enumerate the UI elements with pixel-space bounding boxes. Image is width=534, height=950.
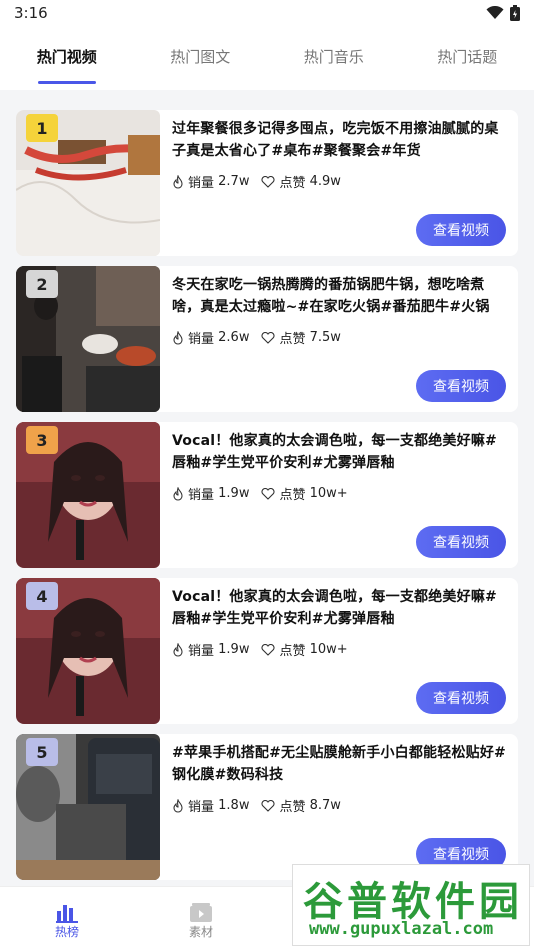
view-video-button[interactable]: 查看视频	[416, 370, 506, 402]
likes-label: 点赞	[279, 332, 306, 347]
sales-value: 1.9w	[218, 642, 250, 657]
video-thumbnail[interactable]: 2	[16, 266, 160, 412]
likes-label: 点赞	[279, 176, 306, 191]
sales-stat: 销量 1.9w	[172, 640, 249, 659]
list-item[interactable]: 3 Vocal！他家真的太会调色啦，每一支都绝美好嘛#唇釉#学生党平价安利#尤雾…	[16, 422, 518, 568]
tab-label: 热门图文	[170, 48, 231, 66]
video-thumbnail[interactable]: 5	[16, 734, 160, 880]
item-title: #苹果手机搭配#无尘贴膜舱新手小白都能轻松贴好#钢化膜#数码科技	[172, 745, 506, 783]
heart-icon	[261, 799, 276, 812]
item-stats: 销量 1.8w 点赞 8.7w	[172, 796, 353, 815]
heart-icon	[261, 331, 276, 344]
flame-icon	[173, 330, 183, 345]
sales-label: 销量	[188, 332, 215, 347]
tab-hot-image-text[interactable]: 热门图文	[134, 28, 268, 90]
sales-value: 2.6w	[218, 330, 250, 345]
item-title: 过年聚餐很多记得多囤点，吃完饭不用擦油腻腻的桌子真是太省心了#桌布#聚餐聚会#年…	[172, 121, 499, 159]
status-icons	[486, 5, 520, 21]
likes-value: 7.5w	[309, 330, 341, 345]
sales-label: 销量	[188, 800, 215, 815]
likes-stat: 点赞 10w+	[261, 484, 348, 503]
likes-label: 点赞	[279, 800, 306, 815]
item-stats: 销量 2.7w 点赞 4.9w	[172, 172, 353, 191]
status-bar: 3:16	[0, 0, 534, 28]
likes-stat: 点赞 7.5w	[261, 328, 341, 347]
view-video-button[interactable]: 查看视频	[416, 682, 506, 714]
rank-number: 4	[36, 586, 48, 606]
sales-stat: 销量 1.8w	[172, 796, 249, 815]
likes-value: 10w+	[309, 642, 348, 657]
rank-badge: 3	[26, 426, 58, 454]
tab-label: 热门音乐	[303, 48, 364, 66]
sales-stat: 销量 1.9w	[172, 484, 249, 503]
flame-icon	[173, 174, 183, 189]
sales-value: 1.8w	[218, 798, 250, 813]
flame-icon	[173, 798, 183, 813]
video-thumbnail[interactable]: 1	[16, 110, 160, 256]
tab-hot-topic[interactable]: 热门话题	[401, 28, 534, 90]
likes-stat: 点赞 4.9w	[261, 172, 341, 191]
nav-item-material[interactable]: 素材	[134, 887, 268, 950]
heart-icon	[261, 175, 276, 188]
likes-label: 点赞	[279, 488, 306, 503]
heart-icon	[261, 487, 276, 500]
status-time: 3:16	[14, 4, 48, 22]
sales-value: 1.9w	[218, 486, 250, 501]
tab-label: 热门视频	[36, 48, 97, 66]
item-stats: 销量 1.9w 点赞 10w+	[172, 640, 360, 659]
video-thumbnail[interactable]: 4	[16, 578, 160, 724]
item-title: Vocal！他家真的太会调色啦，每一支都绝美好嘛#唇釉#学生党平价安利#尤雾弹唇…	[172, 589, 497, 627]
sales-label: 销量	[188, 176, 215, 191]
sales-label: 销量	[188, 644, 215, 659]
tab-hot-video[interactable]: 热门视频	[0, 28, 134, 90]
rank-badge: 2	[26, 270, 58, 298]
watermark-url: www.gupuxlazal.com	[309, 919, 494, 939]
nav-label: 素材	[188, 925, 213, 939]
bar-chart-icon	[56, 905, 78, 923]
flame-icon	[173, 642, 183, 657]
view-video-button[interactable]: 查看视频	[416, 526, 506, 558]
category-tabs: 热门视频 热门图文 热门音乐 热门话题	[0, 28, 534, 90]
heart-icon	[261, 643, 276, 656]
watermark-logo: 谷普软件园 www.gupuxlazal.com	[292, 864, 530, 946]
rank-badge: 4	[26, 582, 58, 610]
wifi-icon	[486, 6, 504, 19]
rank-number: 5	[36, 742, 48, 762]
likes-value: 10w+	[309, 486, 348, 501]
flame-icon	[173, 486, 183, 501]
list-item[interactable]: 4 Vocal！他家真的太会调色啦，每一支都绝美好嘛#唇釉#学生党平价安利#尤雾…	[16, 578, 518, 724]
likes-stat: 点赞 8.7w	[261, 796, 341, 815]
item-stats: 销量 1.9w 点赞 10w+	[172, 484, 360, 503]
tab-hot-music[interactable]: 热门音乐	[267, 28, 401, 90]
rank-number: 3	[36, 430, 48, 450]
rank-number: 1	[36, 118, 48, 138]
rank-badge: 5	[26, 738, 58, 766]
battery-icon	[510, 5, 520, 21]
sales-label: 销量	[188, 488, 215, 503]
rank-badge: 1	[26, 114, 58, 142]
video-folder-icon	[190, 903, 212, 922]
likes-value: 8.7w	[309, 798, 341, 813]
sales-value: 2.7w	[218, 174, 250, 189]
item-title: Vocal！他家真的太会调色啦，每一支都绝美好嘛#唇釉#学生党平价安利#尤雾弹唇…	[172, 433, 497, 471]
view-video-button[interactable]: 查看视频	[416, 214, 506, 246]
nav-item-hot-rank[interactable]: 热榜	[0, 887, 134, 950]
tab-label: 热门话题	[437, 48, 498, 66]
sales-stat: 销量 2.6w	[172, 328, 249, 347]
hot-video-list: 1 过年聚餐很多记得多囤点，吃完饭不用擦油腻腻的桌子真是太省心了#桌布#聚餐聚会…	[16, 110, 518, 890]
nav-label: 热榜	[54, 925, 79, 939]
list-item[interactable]: 2 冬天在家吃一锅热腾腾的番茄锅肥牛锅，想吃啥煮啥，真是太过瘾啦~#在家吃火锅#…	[16, 266, 518, 412]
item-title: 冬天在家吃一锅热腾腾的番茄锅肥牛锅，想吃啥煮啥，真是太过瘾啦~#在家吃火锅#番茄…	[172, 277, 490, 315]
likes-value: 4.9w	[309, 174, 341, 189]
sales-stat: 销量 2.7w	[172, 172, 249, 191]
video-thumbnail[interactable]: 3	[16, 422, 160, 568]
item-stats: 销量 2.6w 点赞 7.5w	[172, 328, 353, 347]
likes-stat: 点赞 10w+	[261, 640, 348, 659]
rank-number: 2	[36, 274, 48, 294]
list-item[interactable]: 5 #苹果手机搭配#无尘贴膜舱新手小白都能轻松贴好#钢化膜#数码科技 销量 1.…	[16, 734, 518, 880]
list-item[interactable]: 1 过年聚餐很多记得多囤点，吃完饭不用擦油腻腻的桌子真是太省心了#桌布#聚餐聚会…	[16, 110, 518, 256]
likes-label: 点赞	[279, 644, 306, 659]
